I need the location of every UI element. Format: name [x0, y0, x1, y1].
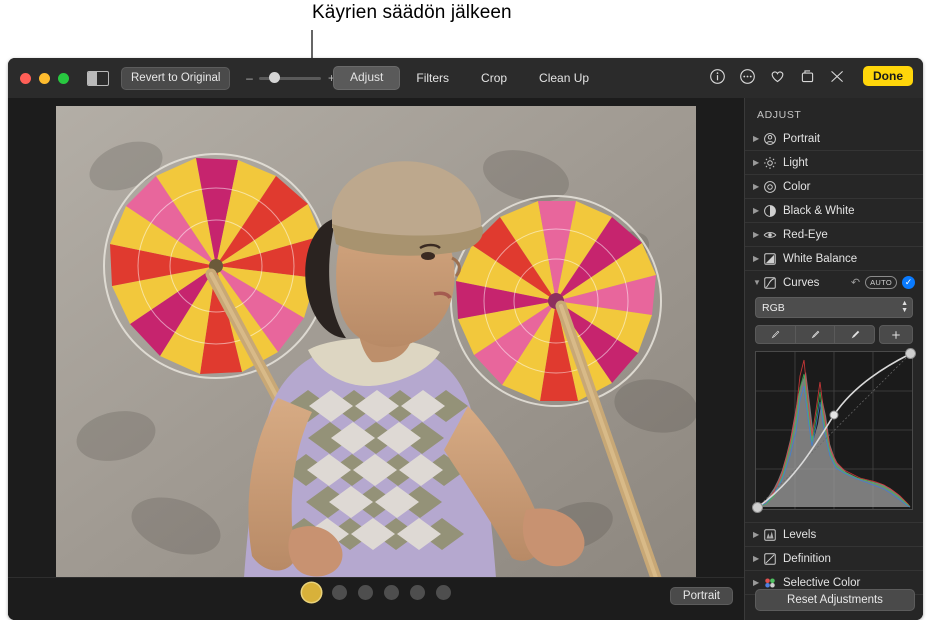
- adjust-label-black-white: Black & White: [783, 204, 855, 217]
- light-icon: [764, 156, 776, 169]
- definition-icon: [764, 552, 776, 565]
- add-point-icon[interactable]: [879, 325, 913, 344]
- more-options-icon[interactable]: [739, 68, 756, 85]
- callout-label: Käyrien säädön jälkeen: [312, 2, 512, 23]
- chevron-right-icon[interactable]: ▶: [753, 530, 763, 539]
- zoom-out-label[interactable]: –: [244, 71, 254, 85]
- photos-editor-window: Revert to Original – + Adjust Filters Cr…: [8, 58, 923, 620]
- white-balance-icon: [764, 252, 776, 265]
- curve-white-point-handle[interactable]: [905, 348, 916, 359]
- adjust-label-color: Color: [783, 180, 811, 193]
- rotate-icon[interactable]: [799, 68, 816, 85]
- filmstrip-bar: Portrait: [8, 577, 745, 620]
- tab-adjust[interactable]: Adjust: [333, 66, 401, 90]
- thumbnail-6[interactable]: [436, 585, 451, 600]
- close-button[interactable]: [20, 72, 31, 84]
- eyedropper-bar: [755, 325, 913, 344]
- adjust-row-black-white[interactable]: ▶ Black & White: [745, 199, 923, 223]
- chevron-right-icon[interactable]: ▶: [753, 182, 763, 191]
- gray-point-eyedropper[interactable]: [796, 326, 836, 343]
- adjust-label-definition: Definition: [783, 552, 831, 565]
- tab-clean-up[interactable]: Clean Up: [523, 67, 605, 89]
- red-eye-icon: [763, 231, 777, 238]
- revert-to-original-button[interactable]: Revert to Original: [121, 66, 231, 90]
- info-icon[interactable]: [709, 68, 726, 85]
- photo-image[interactable]: [56, 106, 696, 578]
- thumbnail-4[interactable]: [384, 585, 399, 600]
- adjust-row-levels[interactable]: ▶ Levels: [745, 522, 923, 547]
- chevron-down-icon[interactable]: ▼: [753, 278, 763, 287]
- levels-icon: [764, 528, 776, 541]
- curves-graph[interactable]: [752, 348, 916, 513]
- auto-button[interactable]: AUTO: [865, 276, 897, 289]
- tab-filters[interactable]: Filters: [400, 67, 465, 89]
- adjust-row-white-balance[interactable]: ▶ White Balance: [745, 247, 923, 271]
- photo-illustration: [56, 106, 696, 578]
- edit-mode-tabs: Adjust Filters Crop Clean Up: [333, 66, 605, 90]
- adjust-label-curves: Curves: [783, 276, 820, 289]
- curves-enabled-toggle[interactable]: ✓: [902, 276, 915, 289]
- adjust-label-light: Light: [783, 156, 808, 169]
- markup-icon[interactable]: [829, 68, 846, 85]
- zoom-slider[interactable]: – +: [244, 71, 336, 85]
- adjust-row-definition[interactable]: ▶ Definition: [745, 547, 923, 571]
- color-icon: [764, 180, 776, 193]
- curve-black-point-handle[interactable]: [752, 502, 763, 513]
- adjust-row-curves[interactable]: ▼ Curves ↶ AUTO ✓: [745, 271, 923, 294]
- curves-icon: [764, 276, 776, 289]
- adjust-label-red-eye: Red-Eye: [783, 228, 828, 241]
- curves-panel: RGB ▲ ▼: [745, 294, 923, 518]
- adjust-label-selective-color: Selective Color: [783, 576, 861, 589]
- filmstrip-thumbnails: [8, 583, 745, 602]
- reset-arrow-icon[interactable]: ↶: [851, 276, 860, 289]
- adjust-row-color[interactable]: ▶ Color: [745, 175, 923, 199]
- adjust-row-red-eye[interactable]: ▶ Red-Eye: [745, 223, 923, 247]
- chevron-right-icon[interactable]: ▶: [753, 206, 763, 215]
- black-point-eyedropper[interactable]: [756, 326, 796, 343]
- portrait-badge[interactable]: Portrait: [669, 587, 733, 605]
- zoom-slider-track[interactable]: [259, 72, 322, 83]
- chevron-right-icon[interactable]: ▶: [753, 134, 763, 143]
- favorite-heart-icon[interactable]: [769, 68, 786, 85]
- chevron-up-down-icon[interactable]: ▲ ▼: [901, 300, 908, 314]
- chevron-right-icon[interactable]: ▶: [753, 158, 763, 167]
- adjust-inspector: ADJUST ▶ Portrait ▶ Light ▶ Color ▶ Blac…: [744, 98, 923, 620]
- adjust-row-light[interactable]: ▶ Light: [745, 151, 923, 175]
- thumbnail-3[interactable]: [358, 585, 373, 600]
- zoom-slider-knob[interactable]: [269, 72, 281, 83]
- adjust-label-portrait: Portrait: [783, 132, 821, 145]
- adjust-row-portrait[interactable]: ▶ Portrait: [745, 127, 923, 151]
- curves-row-controls: ↶ AUTO ✓: [851, 276, 915, 289]
- curves-chart[interactable]: [756, 352, 912, 509]
- thumbnail-selected[interactable]: [302, 583, 321, 602]
- white-point-eyedropper[interactable]: [835, 326, 874, 343]
- channel-select-value: RGB: [762, 301, 785, 314]
- channel-select[interactable]: RGB ▲ ▼: [755, 297, 913, 318]
- photo-canvas: Portrait: [8, 98, 745, 620]
- chevron-right-icon[interactable]: ▶: [753, 554, 763, 563]
- minimize-button[interactable]: [39, 72, 50, 84]
- toolbar-right-group: Done: [709, 66, 913, 86]
- inspector-title: ADJUST: [757, 109, 802, 121]
- thumbnail-2[interactable]: [332, 585, 347, 600]
- adjust-label-white-balance: White Balance: [783, 252, 858, 265]
- adjust-label-levels: Levels: [783, 528, 817, 541]
- chevron-right-icon[interactable]: ▶: [753, 254, 763, 263]
- selective-color-icon: [765, 577, 775, 588]
- done-button[interactable]: Done: [863, 66, 913, 86]
- chevron-right-icon[interactable]: ▶: [753, 230, 763, 239]
- portrait-icon: [764, 132, 776, 145]
- thumbnail-5[interactable]: [410, 585, 425, 600]
- chevron-right-icon[interactable]: ▶: [753, 578, 763, 587]
- tab-crop[interactable]: Crop: [465, 67, 523, 89]
- zoom-button[interactable]: [58, 72, 69, 84]
- eyedropper-group: [755, 325, 875, 344]
- reset-adjustments-button[interactable]: Reset Adjustments: [755, 589, 915, 611]
- toolbar: Revert to Original – + Adjust Filters Cr…: [8, 58, 923, 99]
- split-view-icon[interactable]: [87, 70, 109, 86]
- black-white-icon: [764, 204, 776, 217]
